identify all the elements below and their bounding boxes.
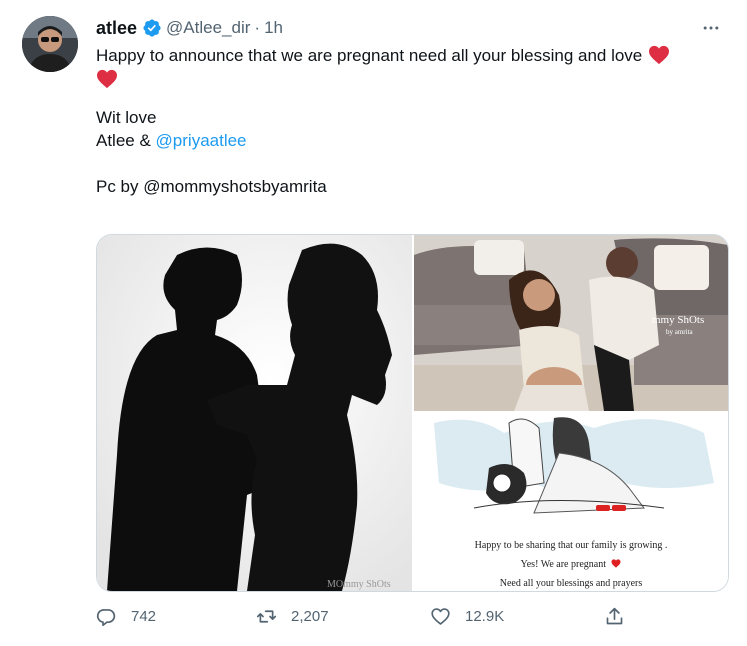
tweet-line-3-prefix: Atlee & <box>96 131 156 150</box>
retweet-icon <box>256 610 277 623</box>
card-line-2-wrap: Yes! We are pregnant <box>414 559 728 570</box>
like-count: 12.9K <box>465 608 505 625</box>
heart-emoji-icon <box>97 69 117 89</box>
like-button[interactable]: 12.9K <box>430 606 504 627</box>
more-icon[interactable] <box>697 14 725 42</box>
reply-icon <box>96 609 116 627</box>
reply-button[interactable]: 742 <box>96 606 156 627</box>
tweet-line-2: Wit love <box>96 108 157 127</box>
card-line-2: Yes! We are pregnant <box>520 559 606 570</box>
tweet-header: atlee @Atlee_dir · 1h <box>96 16 283 40</box>
photo-silhouette[interactable]: MOmmy ShOts <box>97 235 412 591</box>
watermark-left: MOmmy ShOts <box>327 579 391 590</box>
watermark-right-sub: by amrita <box>666 328 694 336</box>
tweet-time[interactable]: 1h <box>264 18 283 38</box>
tweet-line-1: Happy to announce that we are pregnant n… <box>96 46 643 65</box>
retweet-count: 2,207 <box>291 608 329 625</box>
action-bar: 742 2,207 12.9K <box>96 606 727 630</box>
mention-link[interactable]: @priyaatlee <box>156 131 247 150</box>
media-grid[interactable]: MOmmy ShOts mmy ShOts by amrita Happy to… <box>96 234 729 592</box>
retweet-button[interactable]: 2,207 <box>256 606 329 627</box>
like-icon <box>431 608 450 625</box>
author-name[interactable]: atlee <box>96 18 137 39</box>
card-line-1: Happy to be sharing that our family is g… <box>474 540 668 551</box>
reply-count: 742 <box>131 608 157 625</box>
tweet[interactable]: atlee @Atlee_dir · 1h Happy to announce … <box>0 0 747 646</box>
photo-couple-sofa[interactable]: mmy ShOts by amrita <box>414 235 728 411</box>
tweet-line-4: Pc by @mommyshotsbyamrita <box>96 177 327 196</box>
avatar[interactable] <box>22 16 78 72</box>
author-handle[interactable]: @Atlee_dir <box>166 18 250 38</box>
announcement-card[interactable]: Happy to be sharing that our family is g… <box>414 413 728 591</box>
tweet-text: Happy to announce that we are pregnant n… <box>96 44 726 198</box>
share-icon <box>606 607 623 625</box>
watermark-right: mmy ShOts <box>652 314 704 326</box>
heart-emoji-icon <box>649 45 670 65</box>
verified-badge-icon <box>143 19 161 37</box>
card-heart-icon <box>611 559 621 568</box>
card-line-3: Need all your blessings and prayers <box>499 578 643 589</box>
separator-dot: · <box>254 18 261 37</box>
share-button[interactable] <box>604 606 639 627</box>
